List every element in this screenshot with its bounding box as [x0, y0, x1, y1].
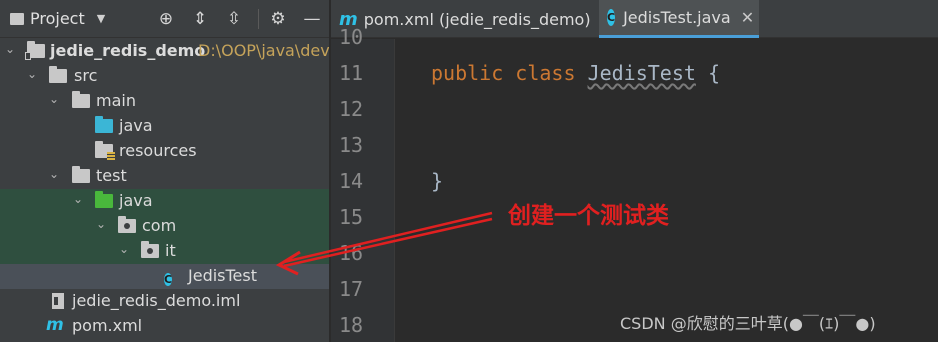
- keyword-class: class: [515, 61, 576, 85]
- minimize-icon[interactable]: —: [302, 9, 322, 29]
- keyword-public: public: [431, 61, 504, 85]
- line-number: 13: [339, 133, 364, 157]
- chevron-down-icon: ▼: [96, 12, 106, 25]
- tree-item-label: src: [74, 66, 98, 85]
- tree-item-it[interactable]: ⌄ it: [0, 239, 329, 264]
- tree-item-label: resources: [119, 141, 197, 160]
- tree-item-label: pom.xml: [72, 316, 143, 335]
- project-view-selector[interactable]: Project ▼: [10, 9, 105, 28]
- tree-item-com[interactable]: ⌄ com: [0, 214, 329, 239]
- project-view-icon: [10, 12, 24, 25]
- project-path: D:\OOP\java\dev: [198, 41, 330, 60]
- line-number: 11: [339, 61, 364, 85]
- close-icon[interactable]: ✕: [741, 8, 754, 27]
- chevron-down-icon[interactable]: ⌄: [48, 92, 60, 106]
- tree-item-label: java: [119, 116, 153, 135]
- code-line-close-brace[interactable]: }: [431, 169, 443, 193]
- tab-label: JedisTest.java: [623, 8, 731, 27]
- line-number: 18: [339, 313, 364, 337]
- tree-item-main-java[interactable]: java: [0, 114, 329, 139]
- iml-file-icon: [52, 293, 64, 309]
- chevron-down-icon[interactable]: ⌄: [95, 217, 107, 231]
- gear-icon[interactable]: ⚙: [268, 9, 288, 29]
- tree-item-label: java: [119, 191, 153, 210]
- class-icon: C: [607, 9, 616, 26]
- chevron-down-icon[interactable]: ⌄: [26, 67, 38, 81]
- line-number: 16: [339, 241, 364, 265]
- tree-item-project-root[interactable]: ⌄ jedie_redis_demo D:\OOP\java\dev: [0, 39, 330, 64]
- code-text-area[interactable]: public class JedisTest { }: [395, 39, 938, 342]
- line-number: 15: [339, 205, 364, 229]
- tree-item-test-java[interactable]: ⌄ java: [0, 189, 329, 214]
- annotation-text: 创建一个测试类: [508, 203, 669, 229]
- line-number-gutter: 10 11 12 13 14 15 16 17 18: [331, 25, 395, 342]
- editor-area: m pom.xml (jedie_redis_demo) C JedisTest…: [331, 0, 938, 342]
- toolbar-divider: [258, 9, 259, 29]
- tree-item-main[interactable]: ⌄ main: [0, 89, 329, 114]
- tree-item-label: test: [96, 166, 127, 185]
- locate-icon[interactable]: ⊕: [156, 9, 176, 29]
- line-number: 14: [339, 169, 364, 193]
- code-line-class-declaration[interactable]: public class JedisTest {: [431, 61, 720, 85]
- tree-item-label: it: [165, 241, 176, 260]
- close-brace: }: [431, 169, 444, 193]
- tree-item-label: jedie_redis_demo.iml: [72, 291, 241, 310]
- maven-icon: m: [46, 315, 64, 335]
- class-icon: C: [164, 273, 173, 286]
- class-name: JedisTest: [587, 61, 696, 85]
- open-brace: {: [707, 61, 721, 85]
- editor-tab-bar: m pom.xml (jedie_redis_demo) C JedisTest…: [331, 0, 938, 38]
- tree-item-label: com: [142, 216, 177, 235]
- tab-jedistest-java[interactable]: C JedisTest.java ✕: [599, 0, 759, 38]
- tree-item-jedistest[interactable]: C JedisTest: [0, 264, 329, 289]
- tree-item-label: main: [96, 91, 136, 110]
- tree-item-label: jedie_redis_demo: [50, 41, 206, 60]
- expand-all-icon[interactable]: ⇕: [190, 9, 210, 29]
- tree-item-test[interactable]: ⌄ test: [0, 164, 329, 189]
- line-number: 10: [339, 25, 364, 49]
- collapse-all-icon[interactable]: ⇳: [224, 9, 244, 29]
- tree-item-resources[interactable]: resources: [0, 139, 329, 164]
- project-panel-title: Project: [30, 9, 85, 28]
- tree-item-pom[interactable]: m pom.xml: [0, 314, 329, 339]
- chevron-down-icon[interactable]: ⌄: [4, 42, 16, 56]
- tab-pom-xml[interactable]: m pom.xml (jedie_redis_demo): [331, 0, 599, 38]
- project-panel-header: Project ▼ ⊕ ⇕ ⇳ ⚙ —: [0, 0, 329, 38]
- line-number: 17: [339, 277, 364, 301]
- watermark-text: CSDN @欣慰的三叶草(●￣(ｴ)￣●): [620, 314, 876, 333]
- project-tool-window: Project ▼ ⊕ ⇕ ⇳ ⚙ — ⌄ jedie_redis_demo D…: [0, 0, 330, 342]
- tree-item-iml[interactable]: jedie_redis_demo.iml: [0, 289, 329, 314]
- tree-item-src[interactable]: ⌄ src: [0, 64, 329, 89]
- line-number: 12: [339, 97, 364, 121]
- chevron-down-icon[interactable]: ⌄: [48, 167, 60, 181]
- tree-item-label: JedisTest: [188, 266, 258, 285]
- chevron-down-icon[interactable]: ⌄: [72, 192, 84, 206]
- tab-label: pom.xml (jedie_redis_demo): [363, 9, 591, 29]
- chevron-down-icon[interactable]: ⌄: [118, 242, 130, 256]
